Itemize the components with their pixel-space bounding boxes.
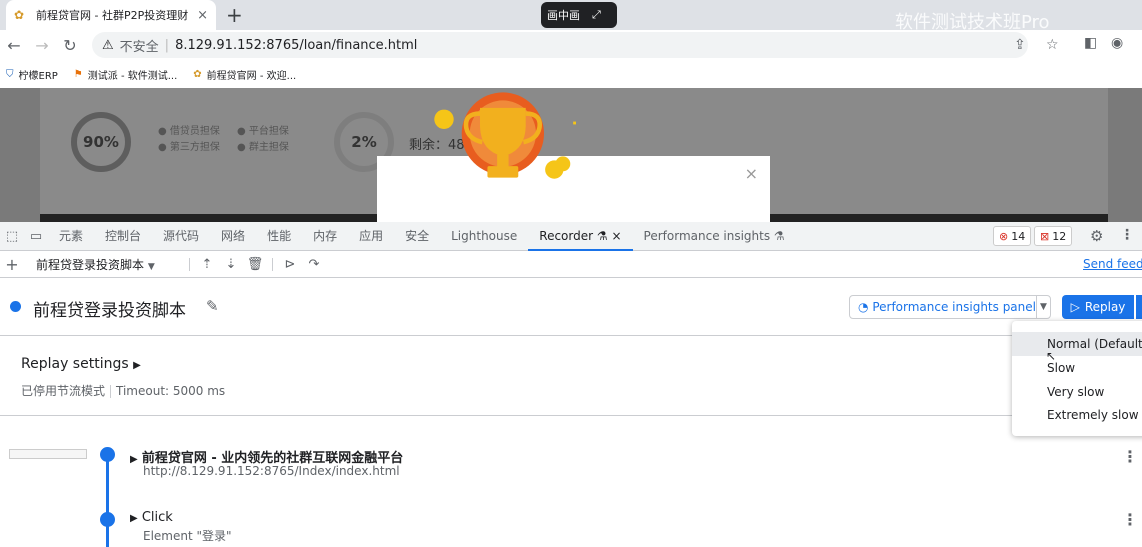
step-menu-icon[interactable]: ⋮ bbox=[1122, 447, 1138, 466]
tab-network[interactable]: 网络 bbox=[210, 222, 256, 251]
edit-pencil-icon[interactable]: ✎ bbox=[206, 297, 219, 315]
mouse-cursor-icon: ↖ bbox=[1046, 349, 1057, 363]
gauge-icon: ◔ bbox=[858, 300, 869, 314]
chevron-down-icon: ▼ bbox=[147, 261, 155, 272]
replay-settings-summary: 已停用节流模式 Timeout: 5000 ms bbox=[21, 384, 226, 398]
caret-right-icon: ▶ bbox=[130, 513, 138, 524]
tab-lighthouse[interactable]: Lighthouse bbox=[440, 222, 528, 251]
bookmarks-bar: ⛉ 柠檬ERP ⚑ 测试派 - 软件测试... ✿ 前程贷官网 - 欢迎... bbox=[0, 60, 1142, 88]
web-page-viewport: 90% ● 借贷员担保 ● 第三方担保 ● 平台担保 ● 群主担保 2% 剩余：… bbox=[0, 88, 1142, 222]
timeline-dot bbox=[100, 447, 115, 462]
replay-step-icon[interactable]: ↷ bbox=[302, 257, 326, 272]
bookmark-item[interactable]: ⛉ 柠檬ERP bbox=[6, 67, 58, 82]
side-panel-icon[interactable]: ◧ bbox=[1084, 35, 1097, 51]
guarantee-legend: ● 借贷员担保 ● 第三方担保 bbox=[158, 126, 220, 153]
back-arrow-icon[interactable]: ← bbox=[0, 36, 28, 55]
steps-list: ▶ 前程贷官网 - 业内领先的社群互联网金融平台 http://8.129.91… bbox=[0, 416, 1142, 547]
tab-close-button[interactable]: × bbox=[197, 8, 208, 23]
tab-performance-insights[interactable]: Performance insights ⚗ bbox=[633, 222, 796, 251]
more-options-icon[interactable]: ⋮ bbox=[1120, 227, 1134, 243]
tab-security[interactable]: 安全 bbox=[394, 222, 440, 251]
insecure-label: 不安全 bbox=[119, 39, 159, 55]
modal-close-button[interactable]: × bbox=[745, 164, 758, 183]
tab-console[interactable]: 控制台 bbox=[94, 222, 152, 251]
replay-speed-dropdown[interactable] bbox=[1136, 295, 1142, 319]
timeline-line bbox=[106, 454, 109, 547]
bookmark-item[interactable]: ⚑ 测试派 - 软件测试... bbox=[74, 67, 177, 82]
browser-tab[interactable]: ✿ 前程贷官网 - 社群P2P投资理财 × bbox=[6, 0, 216, 30]
timeline-dot bbox=[100, 512, 115, 527]
page-thumbnail bbox=[9, 449, 87, 459]
continue-replay-icon[interactable]: ⊳ bbox=[278, 257, 302, 272]
recorder-toolbar: + 前程贷登录投资脚本 ▼ ⇡ ⇣ 🗑 ⊳ ↷ Send feedb bbox=[0, 251, 1142, 278]
warning-icon[interactable]: ⚠ bbox=[102, 38, 114, 53]
speed-option-extremely-slow[interactable]: Extremely slow bbox=[1047, 408, 1139, 422]
issue-icon: ⊠ bbox=[1040, 229, 1050, 243]
error-icon: ⊗ bbox=[999, 229, 1009, 243]
speed-option-very-slow[interactable]: Very slow bbox=[1047, 385, 1104, 399]
speed-option-slow[interactable]: Slow bbox=[1047, 361, 1075, 375]
caret-right-icon: ▶ bbox=[133, 360, 141, 371]
tab-application[interactable]: 应用 bbox=[348, 222, 394, 251]
close-icon[interactable]: × bbox=[611, 229, 621, 243]
reload-icon[interactable]: ↻ bbox=[56, 36, 84, 55]
new-tab-button[interactable]: + bbox=[226, 3, 243, 27]
tab-title: 前程贷官网 - 社群P2P投资理财 bbox=[36, 9, 189, 22]
performance-insights-panel-button[interactable]: ◔ Performance insights panel ▼ bbox=[849, 295, 1051, 319]
trophy-icon bbox=[434, 92, 576, 179]
play-icon: ▷ bbox=[1070, 300, 1080, 314]
url-omnibox[interactable]: ⚠ 不安全 | 8.129.91.152:8765/loan/finance.h… bbox=[92, 32, 1059, 58]
replay-button[interactable]: ▷ Replay bbox=[1062, 295, 1134, 319]
recording-indicator bbox=[10, 301, 21, 312]
pip-label: 画中画 bbox=[547, 9, 580, 22]
step-subtitle: http://8.129.91.152:8765/Index/index.htm… bbox=[143, 464, 400, 478]
device-toolbar-icon[interactable]: ▭ bbox=[24, 229, 48, 244]
caret-right-icon: ▶ bbox=[130, 454, 138, 465]
devtools-tab-bar: ⬚ ▭ 元素 控制台 源代码 网络 性能 内存 应用 安全 Lighthouse… bbox=[0, 222, 1142, 251]
step-subtitle: Element "登录" bbox=[143, 529, 232, 543]
replay-settings-toggle[interactable]: Replay settings ▶ bbox=[21, 356, 141, 372]
expand-icon[interactable]: ⤢ bbox=[592, 8, 601, 22]
tab-sources[interactable]: 源代码 bbox=[152, 222, 210, 251]
chevron-down-icon[interactable]: ▼ bbox=[1035, 296, 1050, 318]
url-text[interactable]: 8.129.91.152:8765/loan/finance.html bbox=[175, 38, 417, 53]
recording-title: 前程贷登录投资脚本 bbox=[33, 301, 186, 321]
add-recording-button[interactable]: + bbox=[0, 255, 24, 274]
export-icon[interactable]: ⇡ bbox=[195, 257, 219, 272]
replay-settings-section: Replay settings ▶ 已停用节流模式 Timeout: 5000 m… bbox=[0, 336, 1142, 416]
flag-icon: ⚑ bbox=[73, 68, 83, 80]
tab-memory[interactable]: 内存 bbox=[302, 222, 348, 251]
error-count-badge[interactable]: ⊗ 14 bbox=[993, 226, 1032, 246]
progress-ring: 90% bbox=[71, 112, 131, 172]
tab-recorder[interactable]: Recorder ⚗ × bbox=[528, 222, 633, 251]
warning-count-badge[interactable]: ⊠ 12 bbox=[1034, 226, 1073, 246]
guarantee-legend: ● 平台担保 ● 群主担保 bbox=[237, 126, 289, 153]
inspect-icon[interactable]: ⬚ bbox=[0, 229, 24, 244]
send-feedback-link[interactable]: Send feedb bbox=[1083, 257, 1142, 271]
bookmark-star-icon[interactable]: ☆ bbox=[1046, 37, 1059, 53]
bookmark-item[interactable]: ✿ 前程贷官网 - 欢迎... bbox=[193, 67, 296, 82]
forward-arrow-icon[interactable]: → bbox=[28, 36, 56, 55]
recording-header: 前程贷登录投资脚本 ✎ ◔ Performance insights panel… bbox=[0, 278, 1142, 336]
address-bar-row: ← → ↻ ⚠ 不安全 | 8.129.91.152:8765/loan/fin… bbox=[0, 30, 1142, 60]
flask-icon: ⚗ bbox=[773, 228, 785, 243]
recording-select[interactable]: 前程贷登录投资脚本 ▼ bbox=[24, 256, 184, 273]
flask-icon: ⚗ bbox=[596, 228, 608, 243]
gear-icon[interactable]: ⚙ bbox=[1090, 227, 1103, 245]
speed-option-normal[interactable]: Normal (Default) bbox=[1012, 332, 1142, 356]
site-favicon-icon: ✿ bbox=[193, 68, 202, 80]
profile-icon[interactable]: ◉ bbox=[1111, 35, 1123, 51]
step-title[interactable]: ▶ Click bbox=[130, 510, 173, 525]
step-menu-icon[interactable]: ⋮ bbox=[1122, 510, 1138, 529]
site-favicon-icon: ✿ bbox=[14, 8, 25, 22]
tab-performance[interactable]: 性能 bbox=[256, 222, 302, 251]
browser-tab-strip: ✿ 前程贷官网 - 社群P2P投资理财 × + 画中画 ⤢ 软件测试技术班Pro bbox=[0, 0, 1142, 33]
picture-in-picture-badge[interactable]: 画中画 ⤢ bbox=[541, 2, 617, 28]
replay-speed-menu: ✓ Normal (Default) Slow Very slow Extrem… bbox=[1012, 321, 1142, 436]
tab-elements[interactable]: 元素 bbox=[48, 222, 94, 251]
share-icon[interactable]: ⇪ bbox=[1014, 37, 1026, 53]
import-icon[interactable]: ⇣ bbox=[219, 257, 243, 272]
delete-icon[interactable]: 🗑 bbox=[243, 257, 267, 272]
shield-icon: ⛉ bbox=[6, 68, 14, 80]
